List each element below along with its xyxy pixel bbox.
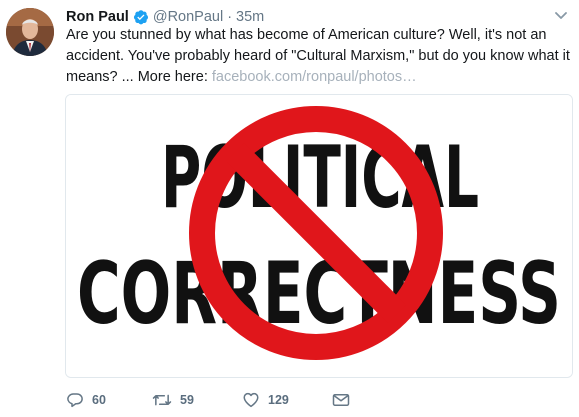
envelope-icon [332,394,350,406]
author-handle[interactable]: @RonPaul [153,8,223,26]
political-correctness-graphic: POLITICAL CORRECTNESS [66,95,572,377]
tweet-image[interactable]: POLITICAL CORRECTNESS [65,94,573,378]
reply-button[interactable]: 60 [66,391,152,409]
author-name[interactable]: Ron Paul [66,8,129,26]
avatar[interactable] [6,8,54,56]
tweet-header: Ron Paul @RonPaul · 35m [66,8,264,26]
like-button[interactable]: 129 [242,391,332,409]
retweet-button[interactable]: 59 [152,391,242,409]
tweet-text: Are you stunned by what has become of Am… [66,25,571,88]
avatar-photo [6,8,54,56]
tweet-link[interactable]: facebook.com/ronpaul/photos… [212,69,417,85]
separator-dot: · [227,9,233,25]
retweet-icon [152,394,172,406]
direct-message-button[interactable] [332,392,350,408]
chevron-down-icon[interactable] [555,12,567,20]
image-text-line2: CORRECTNESS [77,244,561,344]
retweet-count: 59 [180,393,194,407]
reply-icon [67,393,83,408]
reply-count: 60 [92,393,106,407]
tweet-actions: 60 59 129 [66,390,350,410]
heart-icon [243,392,259,408]
like-count: 129 [268,393,289,407]
timestamp[interactable]: 35m [236,8,264,26]
verified-badge-icon [133,10,148,25]
